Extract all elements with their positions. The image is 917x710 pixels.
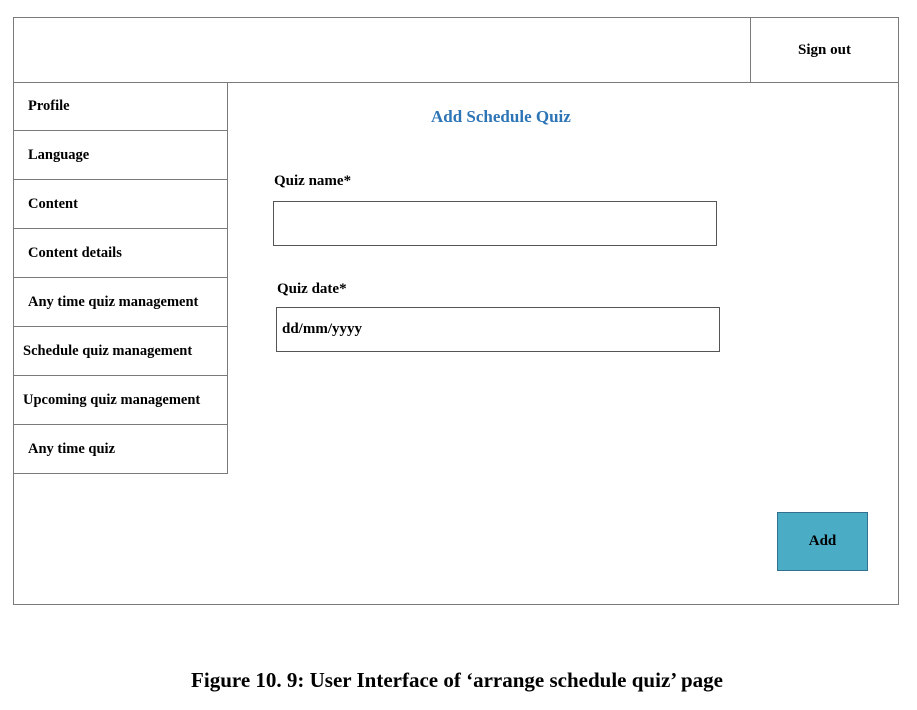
sidebar-item-upcoming-quiz-management[interactable]: Upcoming quiz management	[13, 376, 228, 425]
sidebar-item-any-time-quiz-management[interactable]: Any time quiz management	[13, 278, 228, 327]
quiz-date-label: Quiz date*	[277, 281, 347, 297]
page-title: Add Schedule Quiz	[431, 107, 571, 126]
sidebar-item-content[interactable]: Content	[13, 180, 228, 229]
quiz-name-label: Quiz name*	[274, 173, 352, 189]
sidebar-item-content-details[interactable]: Content details	[13, 229, 228, 278]
sidebar: Profile Language Content Content details…	[13, 82, 228, 474]
app-window: Sign out Profile Language Content Conten…	[13, 17, 899, 605]
add-button[interactable]: Add	[777, 512, 868, 571]
sidebar-item-schedule-quiz-management[interactable]: Schedule quiz management	[13, 327, 228, 376]
quiz-name-input[interactable]	[273, 201, 717, 246]
sidebar-item-profile[interactable]: Profile	[13, 82, 228, 131]
sidebar-item-language[interactable]: Language	[13, 131, 228, 180]
figure-caption: Figure 10. 9: User Interface of ‘arrange…	[191, 668, 723, 692]
header-bar: Sign out	[14, 18, 898, 83]
sign-out-button[interactable]: Sign out	[750, 18, 898, 82]
sidebar-item-any-time-quiz[interactable]: Any time quiz	[13, 425, 228, 474]
quiz-date-input[interactable]	[276, 307, 720, 352]
